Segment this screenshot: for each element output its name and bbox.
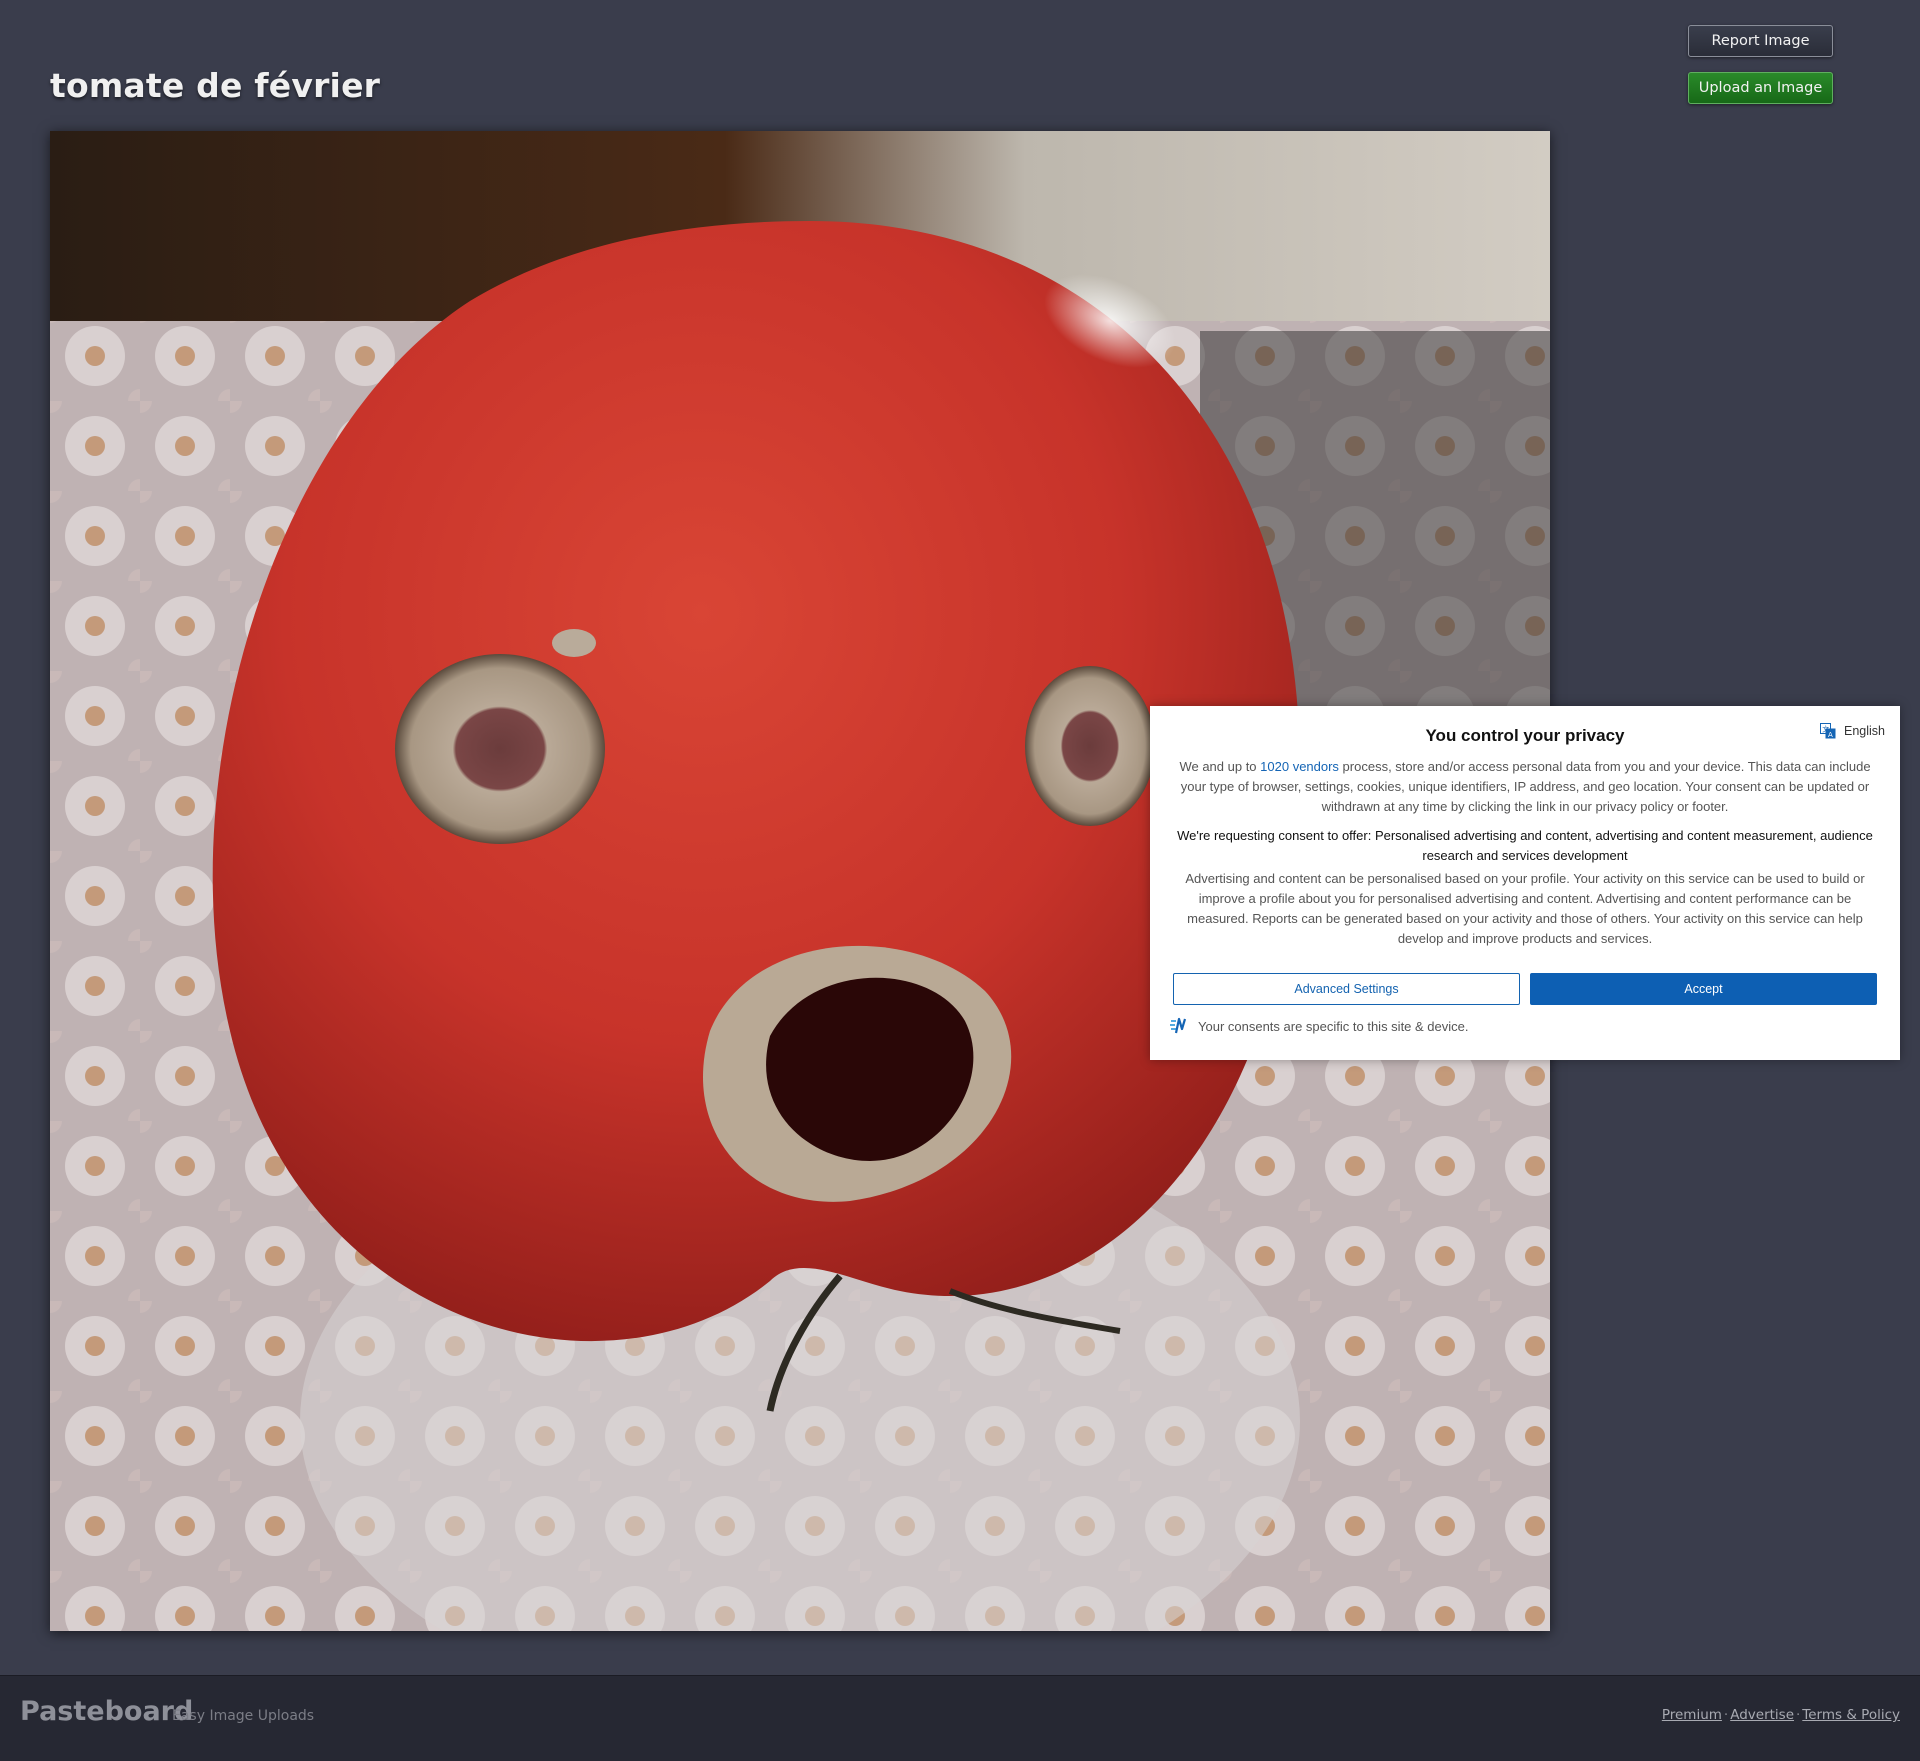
footer-separator: · [1723, 1707, 1729, 1723]
accept-button[interactable]: Accept [1530, 973, 1877, 1005]
intro-prefix: We and up to [1179, 759, 1261, 774]
vendors-link[interactable]: 1020 vendors [1260, 759, 1339, 774]
consent-intro: We and up to 1020 vendors process, store… [1170, 757, 1880, 817]
footer-link-premium[interactable]: Premium [1662, 1707, 1722, 1723]
advanced-settings-button[interactable]: Advanced Settings [1173, 973, 1520, 1005]
language-selector[interactable]: 文 A English [1820, 723, 1885, 739]
consent-purposes: We're requesting consent to offer: Perso… [1177, 828, 1873, 863]
language-label: English [1844, 724, 1885, 738]
footer-link-terms[interactable]: Terms & Policy [1802, 1707, 1900, 1723]
privacy-consent-dialog: You control your privacy 文 A English We … [1150, 706, 1900, 1060]
page-title: tomate de février [50, 66, 381, 105]
site-footer: Pasteboard Easy Image Uploads Premium · Ad… [0, 1675, 1920, 1761]
consent-title: You control your privacy [1425, 726, 1625, 745]
footer-links: Premium · Advertise · Terms & Policy [1662, 1707, 1900, 1723]
footer-tagline: Easy Image Uploads [172, 1708, 315, 1724]
upload-image-button[interactable]: Upload an Image [1688, 72, 1833, 104]
svg-text:A: A [1828, 731, 1833, 739]
footer-logo[interactable]: Pasteboard [20, 1696, 193, 1727]
consent-footer-note: Your consents are specific to this site … [1198, 1018, 1469, 1034]
consent-brand-icon [1170, 1017, 1187, 1034]
translate-icon: 文 A [1820, 723, 1836, 739]
footer-link-advertise[interactable]: Advertise [1730, 1707, 1794, 1723]
consent-details: Advertising and content can be personali… [1185, 871, 1865, 946]
report-image-button[interactable]: Report Image [1688, 25, 1833, 57]
consent-footer: Your consents are specific to this site … [1170, 1017, 1469, 1035]
